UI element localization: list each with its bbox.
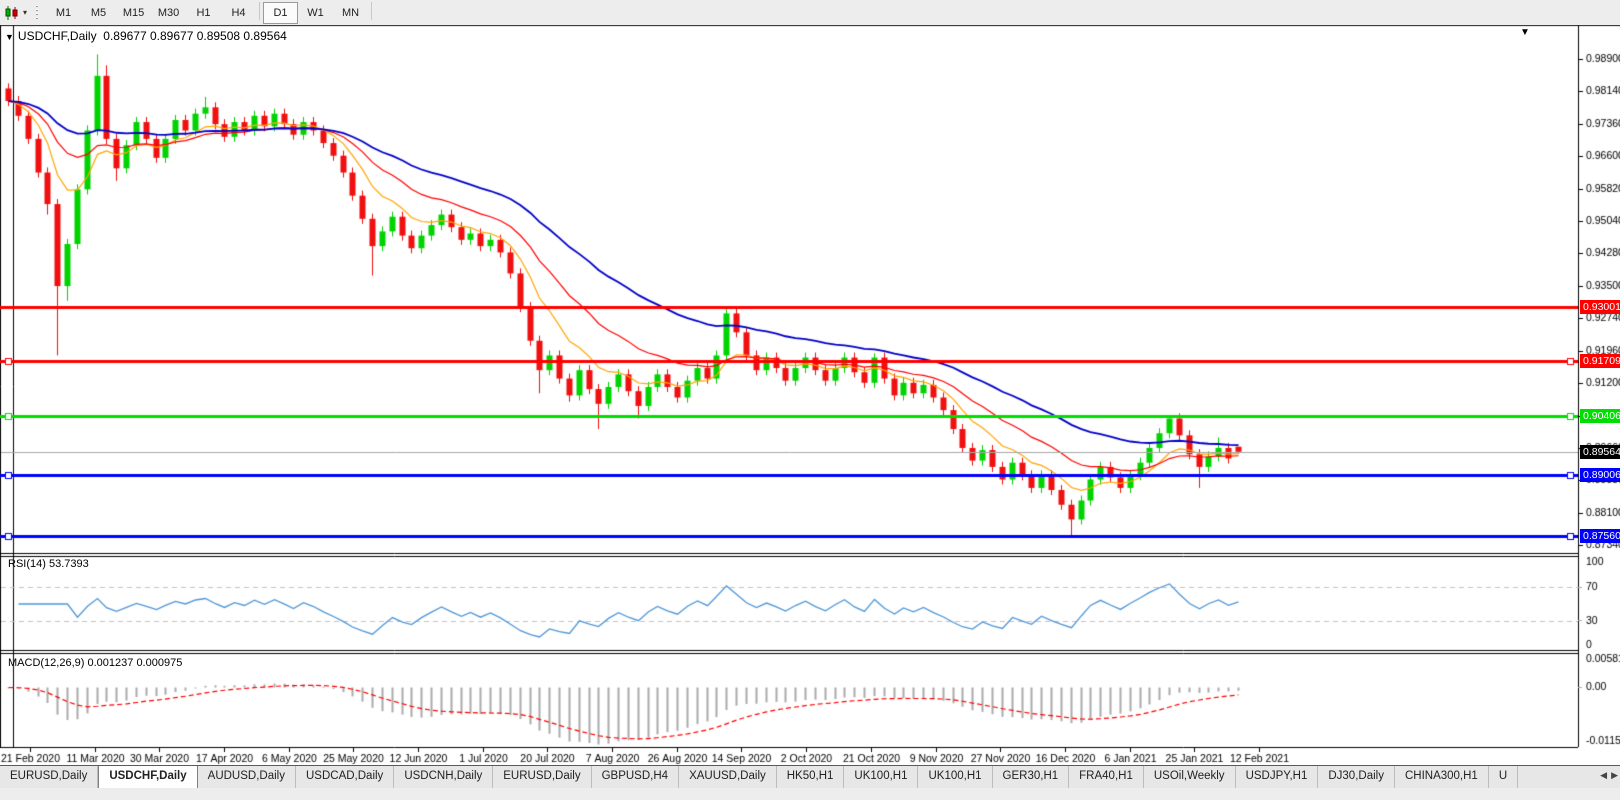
timeframe-button-h1[interactable]: H1 bbox=[186, 2, 221, 24]
hline-price-tag-0.90406: 0.90406 bbox=[1580, 409, 1620, 423]
chart-tab-uk100-h1[interactable]: UK100,H1 bbox=[844, 766, 918, 789]
chart-tab-u[interactable]: U bbox=[1489, 766, 1518, 789]
tabs-scroll-left-button[interactable]: ◀ bbox=[1600, 770, 1607, 781]
timeframe-button-m30[interactable]: M30 bbox=[151, 2, 186, 24]
current-price-tag: 0.89564 bbox=[1580, 445, 1620, 459]
price-chart-canvas[interactable] bbox=[0, 0, 1620, 766]
timeframe-button-m5[interactable]: M5 bbox=[81, 2, 116, 24]
chart-tab-usdchf-daily[interactable]: USDCHF,Daily bbox=[98, 766, 197, 789]
timeframe-button-h4[interactable]: H4 bbox=[221, 2, 256, 24]
chart-tab-gbpusd-h4[interactable]: GBPUSD,H4 bbox=[592, 766, 679, 789]
timeframe-button-group: M1M5M15M30H1H4 D1W1MN bbox=[46, 2, 375, 24]
toolbar: ▾ M1M5M15M30H1H4 D1W1MN bbox=[0, 0, 1620, 25]
timeframe-button-d1[interactable]: D1 bbox=[263, 2, 298, 24]
toolbar-separator bbox=[259, 2, 260, 20]
chart-tab-fra40-h1[interactable]: FRA40,H1 bbox=[1069, 766, 1144, 789]
chart-tab-usoil-weekly[interactable]: USOil,Weekly bbox=[1144, 766, 1236, 789]
chart-tabs: EURUSD,DailyUSDCHF,DailyAUDUSD,DailyUSDC… bbox=[0, 766, 1592, 789]
macd-indicator-label: MACD(12,26,9) 0.001237 0.000975 bbox=[8, 657, 182, 669]
macd-name: MACD(12,26,9) bbox=[8, 657, 84, 669]
chart-tab-ger30-h1[interactable]: GER30,H1 bbox=[993, 766, 1070, 789]
mt4-terminal: { "toolbar": { "chart_type_icon": "candl… bbox=[0, 0, 1620, 800]
hline-price-tag-0.91709: 0.91709 bbox=[1580, 354, 1620, 368]
hline-price-tag-0.89006: 0.89006 bbox=[1580, 468, 1620, 482]
rsi-indicator-label: RSI(14) 53.7393 bbox=[8, 558, 89, 570]
chart-tab-dj30-daily[interactable]: DJ30,Daily bbox=[1318, 766, 1395, 789]
caret-down-icon: ▾ bbox=[23, 8, 27, 17]
chart-tab-hk50-h1[interactable]: HK50,H1 bbox=[777, 766, 845, 789]
chart-symbol-label: USDCHF,Daily bbox=[18, 29, 97, 43]
rsi-name: RSI(14) bbox=[8, 558, 46, 570]
triangle-down-icon[interactable]: ▼ bbox=[1520, 27, 1530, 38]
hline-price-tag-0.93001: 0.93001 bbox=[1580, 300, 1620, 314]
chart-tab-eurusd-daily[interactable]: EURUSD,Daily bbox=[0, 766, 98, 789]
rsi-value: 53.7393 bbox=[49, 558, 89, 570]
chart-tabs-bar: EURUSD,DailyUSDCHF,DailyAUDUSD,DailyUSDC… bbox=[0, 765, 1620, 789]
toolbar-separator bbox=[371, 2, 372, 20]
chart-tab-audusd-daily[interactable]: AUDUSD,Daily bbox=[198, 766, 296, 789]
timeframe-button-mn[interactable]: MN bbox=[333, 2, 368, 24]
timeframe-button-w1[interactable]: W1 bbox=[298, 2, 333, 24]
timeframe-button-m1[interactable]: M1 bbox=[46, 2, 81, 24]
candlestick-chart-icon bbox=[4, 5, 20, 21]
chart-tab-eurusd-daily[interactable]: EURUSD,Daily bbox=[493, 766, 591, 789]
tabs-scroll-right-button[interactable]: ▶ bbox=[1611, 770, 1618, 781]
toolbar-grip-handle[interactable] bbox=[35, 5, 40, 21]
timeframe-button-m15[interactable]: M15 bbox=[116, 2, 151, 24]
chart-tab-usdjpy-h1[interactable]: USDJPY,H1 bbox=[1236, 766, 1319, 789]
chart-tab-china300-h1[interactable]: CHINA300,H1 bbox=[1395, 766, 1489, 789]
status-strip bbox=[0, 788, 1620, 800]
chart-type-button[interactable]: ▾ bbox=[0, 3, 31, 23]
chart-tab-xauusd-daily[interactable]: XAUUSD,Daily bbox=[679, 766, 777, 789]
chart-tab-usdcnh-daily[interactable]: USDCNH,Daily bbox=[394, 766, 493, 789]
chart-tab-usdcad-daily[interactable]: USDCAD,Daily bbox=[296, 766, 394, 789]
hline-price-tag-0.87560: 0.87560 bbox=[1580, 529, 1620, 543]
macd-main-value: 0.001237 bbox=[87, 657, 133, 669]
chart-tab-uk100-h1[interactable]: UK100,H1 bbox=[918, 766, 992, 789]
macd-signal-value: 0.000975 bbox=[136, 657, 182, 669]
triangle-down-icon[interactable]: ▼ bbox=[5, 32, 14, 42]
chart-title: ▼ USDCHF,Daily 0.89677 0.89677 0.89508 0.… bbox=[5, 29, 287, 43]
chart-ohlc-values: 0.89677 0.89677 0.89508 0.89564 bbox=[103, 29, 287, 43]
